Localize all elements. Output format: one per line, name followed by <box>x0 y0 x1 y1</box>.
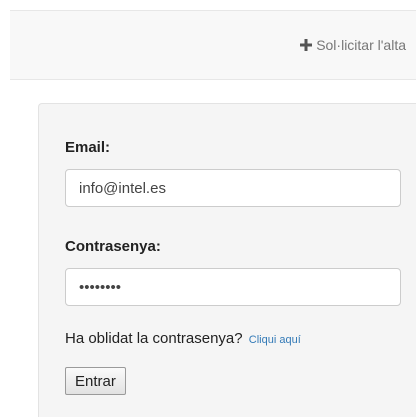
signup-link[interactable]: Sol·licitar l'alta <box>300 37 406 53</box>
plus-icon <box>300 39 313 51</box>
email-field[interactable] <box>65 169 401 207</box>
forgot-password-link[interactable]: Cliqui aquí <box>249 334 301 346</box>
login-button[interactable]: Entrar <box>65 367 126 395</box>
email-label: Email: <box>65 139 111 156</box>
signup-label: Sol·licitar l'alta <box>316 37 406 53</box>
top-navbar: Sol·licitar l'alta <box>10 10 416 80</box>
login-panel: Email: Contrasenya: Ha oblidat la contra… <box>38 103 416 417</box>
password-label: Contrasenya: <box>65 238 161 255</box>
forgot-password-row: Ha oblidat la contrasenya? Cliqui aquí <box>65 330 301 347</box>
forgot-password-text: Ha oblidat la contrasenya? <box>65 330 243 347</box>
password-field[interactable] <box>65 268 401 306</box>
